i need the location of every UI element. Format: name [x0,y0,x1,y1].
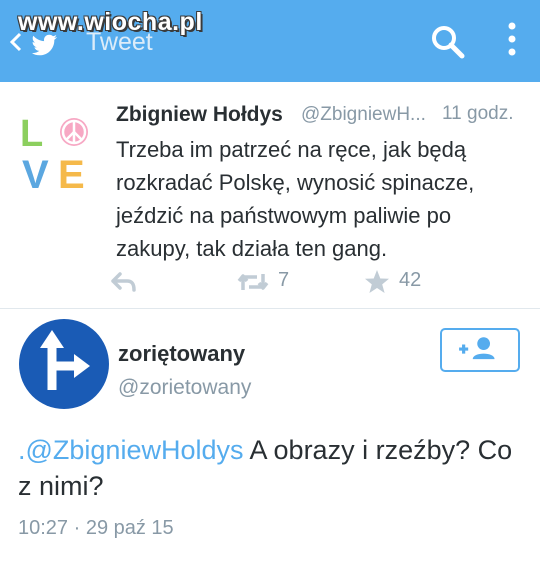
follow-user-icon [459,337,495,360]
reply-icon[interactable] [110,268,140,296]
reply-author-handle[interactable]: @zorietowany [118,376,251,400]
reply-author-name[interactable]: zoriętowany [118,341,245,367]
retweet-icon[interactable] [235,268,271,296]
svg-text:L: L [20,113,43,155]
author-handle[interactable]: @ZbigniewH... [301,104,426,126]
svg-text:E: E [58,153,85,192]
svg-text:V: V [22,153,49,192]
reply-timestamp: 10:27 · 29 paź 15 [18,517,174,539]
tweet-time: 11 godz. [442,103,514,124]
mention-link[interactable]: .@ZbigniewHoldys [18,435,244,465]
favorite-count: 42 [399,269,422,291]
divider [0,308,540,309]
star-icon[interactable] [364,268,390,296]
more-vertical-icon[interactable] [500,18,524,62]
follow-button[interactable] [440,328,520,372]
love-peace-icon[interactable]: L V E [18,110,98,192]
direction-arrow-icon[interactable] [18,318,110,410]
retweet-count: 7 [278,269,290,291]
tweet-text: Trzeba im patrzeć na ręce, jak będą rozk… [116,137,475,261]
author-name[interactable]: Zbigniew Hołdys [116,103,283,127]
reply-text: .@ZbigniewHoldys A obrazy i rzeźby? Co z… [18,432,528,504]
twitter-bird-icon [31,34,57,56]
watermark: www.wiocha.pl [18,8,203,36]
search-icon[interactable] [428,22,468,62]
